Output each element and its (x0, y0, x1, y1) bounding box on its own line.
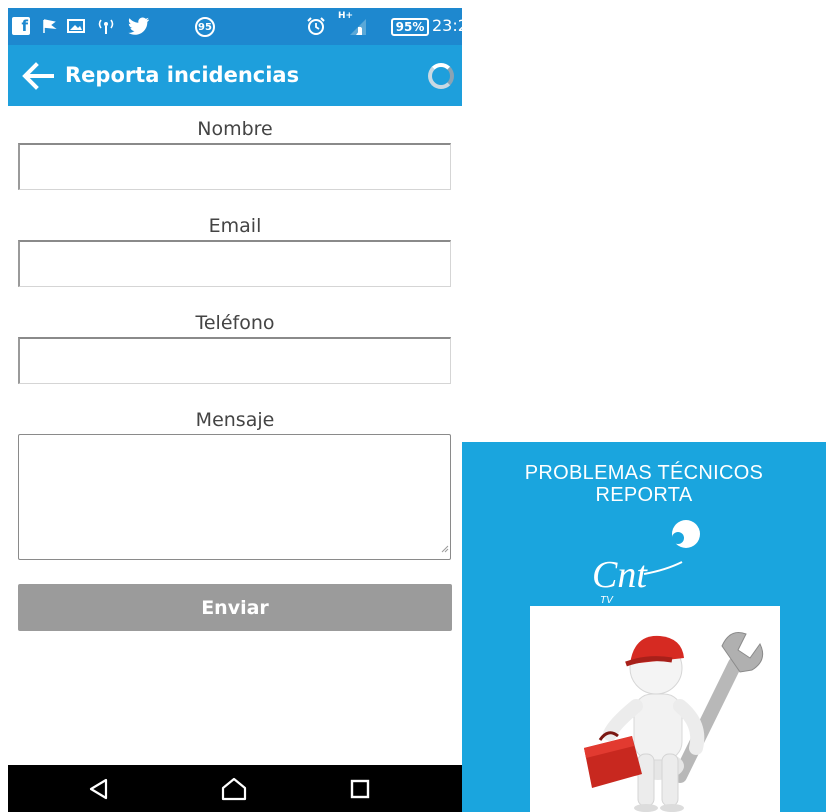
facebook-icon: f (12, 17, 30, 35)
notification-count-badge: 95 (195, 17, 215, 37)
clock: 23:21 (432, 16, 479, 35)
twitter-icon (126, 14, 152, 38)
back-triangle-icon (89, 778, 108, 799)
ad-subheadline: REPORTA (595, 484, 693, 506)
name-input[interactable] (18, 143, 451, 190)
wifi-hotspot-icon (94, 14, 118, 38)
message-label: Mensaje (195, 409, 275, 431)
phone-input[interactable] (18, 337, 451, 384)
mobile-signal-icon: H+ (338, 11, 372, 38)
name-label: Nombre (197, 118, 273, 140)
resize-grip-icon[interactable] (441, 545, 449, 553)
arrow-left-icon (22, 62, 54, 90)
page-title: Reporta incidencias (65, 63, 300, 87)
nav-home-button[interactable] (204, 765, 264, 812)
nav-recents-button[interactable] (330, 765, 390, 812)
battery-indicator: 95% (391, 18, 429, 36)
back-button[interactable] (20, 59, 56, 93)
ad-banner[interactable]: PROBLEMAS TÉCNICOS REPORTA Cnt TV (462, 442, 826, 812)
technician-image (530, 606, 780, 812)
email-input[interactable] (18, 240, 451, 287)
spinner-icon (428, 63, 454, 89)
system-nav-bar (8, 765, 462, 812)
svg-text:Cnt: Cnt (592, 554, 648, 596)
image-icon (64, 14, 88, 38)
status-bar: f 95 H+ 95% 23:21 (8, 8, 478, 45)
ad-headline: PROBLEMAS TÉCNICOS (524, 462, 764, 484)
flag-icon (38, 14, 60, 38)
email-label: Email (208, 215, 262, 237)
submit-button[interactable]: Enviar (18, 584, 452, 631)
app-bar: Reporta incidencias (8, 45, 462, 106)
recents-icon (350, 779, 370, 798)
nav-back-button[interactable] (69, 765, 129, 812)
phone-label: Teléfono (195, 312, 275, 334)
svg-text:TV: TV (600, 595, 614, 606)
alarm-icon (304, 14, 328, 38)
phone-screen: f 95 H+ 95% 23:21 Reporta incidencias No… (8, 8, 478, 812)
message-textarea[interactable] (18, 434, 451, 560)
home-icon (221, 777, 247, 800)
